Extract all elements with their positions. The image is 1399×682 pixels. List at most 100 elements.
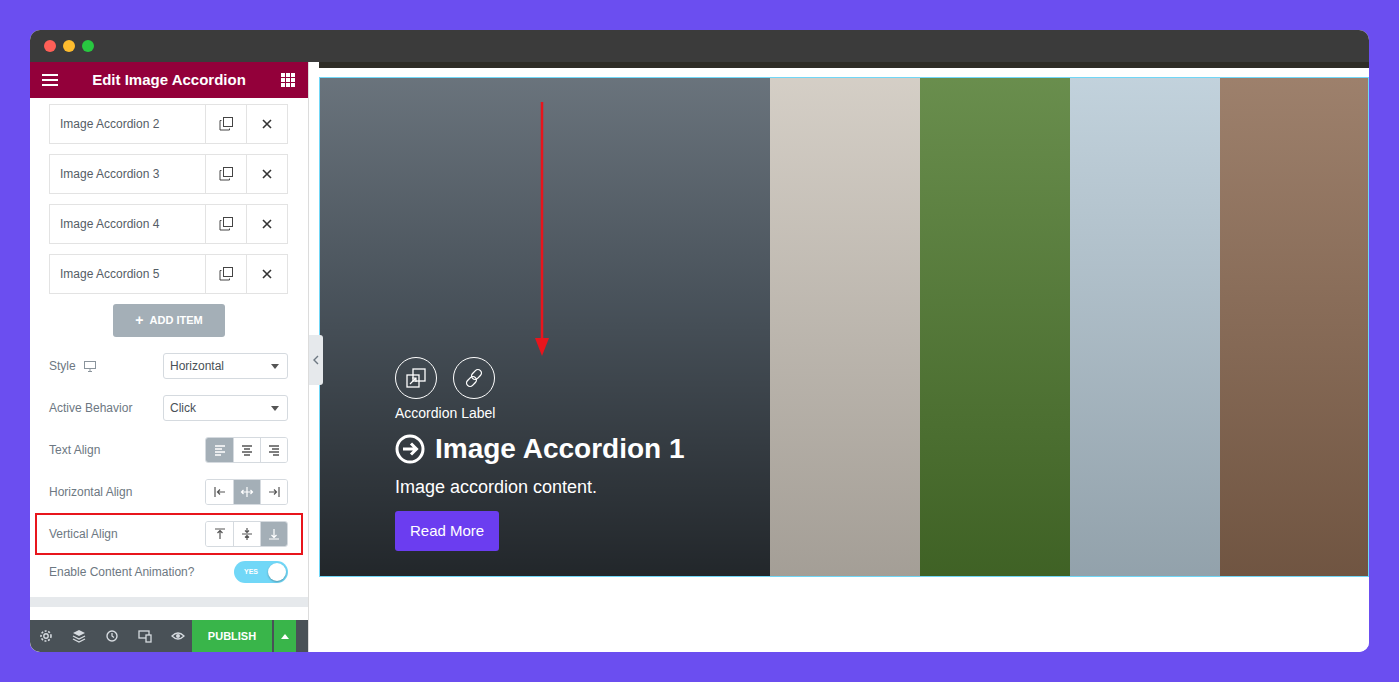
choice-button[interactable] xyxy=(233,480,260,504)
chevron-left-icon[interactable] xyxy=(313,355,319,365)
preview-icon[interactable] xyxy=(171,629,185,643)
choice-button[interactable] xyxy=(260,522,287,546)
copy-icon[interactable] xyxy=(219,167,233,181)
select[interactable]: Click xyxy=(163,395,288,421)
align-start-icon[interactable] xyxy=(213,485,227,499)
close-button[interactable] xyxy=(44,40,56,52)
choice-button[interactable] xyxy=(206,522,233,546)
panel-title: Edit Image Accordion xyxy=(92,69,246,92)
choice-button[interactable] xyxy=(233,438,260,462)
minimize-button[interactable] xyxy=(63,40,75,52)
label-text: Vertical Align xyxy=(49,525,118,543)
add-label[interactable]: ADD ITEM xyxy=(150,312,203,329)
accordion-panel[interactable] xyxy=(770,78,920,576)
close-icon[interactable] xyxy=(261,218,273,230)
align-center-icon[interactable] xyxy=(240,485,254,499)
publish-label[interactable]: PUBLISH xyxy=(208,628,256,645)
select[interactable]: Horizontal xyxy=(163,353,288,379)
label-text: Text Align xyxy=(49,441,100,459)
footer-button[interactable] xyxy=(95,629,128,643)
remove-button[interactable] xyxy=(246,105,287,143)
toggle-text[interactable]: YES xyxy=(244,567,258,578)
menu-icon[interactable] xyxy=(40,70,60,90)
add-item-row: + ADD ITEM xyxy=(30,304,308,337)
add-icon[interactable]: + xyxy=(135,310,143,331)
grid-icon[interactable] xyxy=(278,70,298,90)
repeater-item[interactable]: Image Accordion 3 xyxy=(49,154,288,194)
copy-icon[interactable] xyxy=(219,117,233,131)
settings: Style Horizontal Active Behavior Click Text … xyxy=(30,345,308,589)
collapse-panel-handle[interactable] xyxy=(309,335,323,385)
duplicate-button[interactable] xyxy=(205,205,246,243)
footer-button[interactable] xyxy=(30,629,62,643)
history-icon[interactable] xyxy=(105,629,119,643)
select-value[interactable]: Horizontal xyxy=(170,357,224,375)
preview-canvas: Accordion LabelImage Accordion 1Image ac… xyxy=(309,62,1369,652)
caret-icon[interactable] xyxy=(271,406,279,411)
remove-button[interactable] xyxy=(246,155,287,193)
responsive-icon[interactable] xyxy=(138,629,152,643)
choice-button[interactable] xyxy=(206,480,233,504)
align-right-icon[interactable] xyxy=(267,443,281,457)
footer-button[interactable] xyxy=(62,629,95,643)
expand-icon[interactable] xyxy=(406,368,426,388)
item-label[interactable]: Image Accordion 2 xyxy=(50,105,205,143)
label-text: Active Behavior xyxy=(49,399,132,417)
caret-icon[interactable] xyxy=(271,364,279,369)
close-icon[interactable] xyxy=(261,168,273,180)
link-button[interactable] xyxy=(453,357,495,399)
link-icon[interactable] xyxy=(464,368,484,388)
close-icon[interactable] xyxy=(261,268,273,280)
align-center-icon[interactable] xyxy=(240,443,254,457)
remove-button[interactable] xyxy=(246,205,287,243)
control-label: Style xyxy=(49,357,96,375)
accordion-panel[interactable]: Accordion LabelImage Accordion 1Image ac… xyxy=(320,78,770,576)
choice-button[interactable] xyxy=(260,438,287,462)
align-bottom-icon[interactable] xyxy=(267,527,281,541)
layers-icon[interactable] xyxy=(72,629,86,643)
desktop-icon[interactable] xyxy=(84,361,96,372)
remove-button[interactable] xyxy=(246,255,287,293)
duplicate-button[interactable] xyxy=(205,155,246,193)
section-edge xyxy=(319,62,1369,68)
choice-button[interactable] xyxy=(260,480,287,504)
align-top-icon[interactable] xyxy=(213,527,227,541)
item-label[interactable]: Image Accordion 5 xyxy=(50,255,205,293)
select-value[interactable]: Click xyxy=(170,399,196,417)
browser-window: Edit Image Accordion Image Accordion 2 Ima… xyxy=(30,30,1369,652)
close-icon[interactable] xyxy=(261,118,273,130)
choice-button[interactable] xyxy=(233,522,260,546)
item-label[interactable]: Image Accordion 4 xyxy=(50,205,205,243)
accordion-panel[interactable] xyxy=(920,78,1070,576)
toggle-switch[interactable]: YES xyxy=(234,561,288,583)
copy-icon[interactable] xyxy=(219,267,233,281)
copy-icon[interactable] xyxy=(219,217,233,231)
align-end-icon[interactable] xyxy=(267,485,281,499)
footer-button[interactable] xyxy=(128,629,161,643)
repeater-item[interactable]: Image Accordion 4 xyxy=(49,204,288,244)
publish-button[interactable]: PUBLISH xyxy=(192,620,272,652)
duplicate-button[interactable] xyxy=(205,105,246,143)
duplicate-button[interactable] xyxy=(205,255,246,293)
zoom-button[interactable] xyxy=(82,40,94,52)
control-row: Horizontal Align xyxy=(35,471,303,513)
item-label[interactable]: Image Accordion 3 xyxy=(50,155,205,193)
align-left-icon[interactable] xyxy=(213,443,227,457)
settings-icon[interactable] xyxy=(39,629,53,643)
accordion-panel[interactable] xyxy=(1070,78,1220,576)
accordion-panel[interactable] xyxy=(1220,78,1369,576)
publish-options-button[interactable] xyxy=(274,620,296,652)
arrow-circle-icon xyxy=(395,434,425,464)
add-item-button[interactable]: + ADD ITEM xyxy=(113,304,225,337)
control-row: Vertical Align xyxy=(35,513,303,555)
lightbox-button[interactable] xyxy=(395,357,437,399)
read-more-button[interactable]: Read More xyxy=(395,511,499,551)
control-row: Style Horizontal xyxy=(35,345,303,387)
toggle-knob[interactable] xyxy=(268,563,286,581)
choice-button[interactable] xyxy=(206,438,233,462)
repeater-item[interactable]: Image Accordion 5 xyxy=(49,254,288,294)
align-middle-icon[interactable] xyxy=(240,527,254,541)
repeater-item[interactable]: Image Accordion 2 xyxy=(49,104,288,144)
footer-button[interactable] xyxy=(161,629,194,643)
caret-up-icon[interactable] xyxy=(281,633,289,639)
